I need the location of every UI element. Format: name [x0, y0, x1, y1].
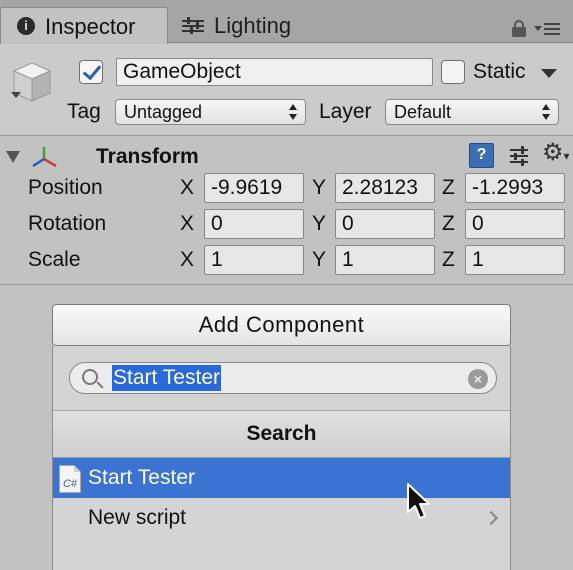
layer-value: Default — [394, 102, 452, 122]
tag-value: Untagged — [124, 102, 203, 122]
gameobject-header: GameObject Static Tag Untagged Layer Def… — [0, 44, 573, 136]
axis-x-label[interactable]: X — [180, 210, 194, 238]
active-checkbox[interactable] — [79, 60, 103, 84]
static-dropdown-icon[interactable] — [541, 69, 557, 78]
updown-arrows-icon — [542, 104, 550, 120]
search-icon — [82, 369, 98, 385]
lock-icon[interactable] — [512, 20, 526, 37]
tab-menu-icon[interactable] — [534, 20, 564, 36]
mouse-cursor-icon — [407, 483, 430, 519]
tag-label: Tag — [67, 100, 101, 123]
name-field[interactable]: GameObject — [116, 58, 433, 86]
axis-x-label[interactable]: X — [180, 174, 194, 202]
rotation-label: Rotation — [28, 212, 107, 235]
axis-y-label[interactable]: Y — [312, 246, 326, 274]
search-input[interactable]: Start Tester × — [69, 362, 497, 394]
layer-label: Layer — [319, 100, 372, 123]
result-new-script[interactable]: New script — [53, 498, 510, 538]
axis-z-label[interactable]: Z — [442, 210, 455, 238]
component-title: Transform — [96, 145, 199, 168]
gear-icon[interactable]: ⚙▾ — [542, 141, 570, 168]
tab-inspector[interactable]: i Inspector — [0, 7, 168, 44]
add-component-button[interactable]: Add Component — [52, 304, 511, 346]
axis-z-label[interactable]: Z — [442, 174, 455, 202]
search-area: Start Tester × — [53, 346, 510, 410]
axis-y-label[interactable]: Y — [312, 174, 326, 202]
axis-x-label[interactable]: X — [180, 246, 194, 274]
result-label: Start Tester — [88, 466, 195, 489]
axis-z-label[interactable]: Z — [442, 246, 455, 274]
transform-axis-icon — [32, 147, 57, 168]
cube-icon[interactable] — [10, 59, 54, 107]
csharp-script-icon: C# — [59, 465, 81, 493]
rotation-z-field[interactable]: 0 — [465, 209, 565, 239]
help-book-icon[interactable]: ? — [469, 143, 494, 168]
chevron-down-icon[interactable] — [11, 92, 21, 98]
chevron-right-icon — [483, 510, 499, 526]
info-icon: i — [17, 17, 35, 35]
tab-lighting[interactable]: Lighting — [182, 8, 291, 43]
rotation-x-field[interactable]: 0 — [204, 209, 304, 239]
axis-y-label[interactable]: Y — [312, 210, 326, 238]
static-checkbox[interactable] — [441, 60, 465, 84]
result-start-tester[interactable]: C# Start Tester — [53, 458, 510, 498]
add-component-popup: Start Tester × Search C# Start Tester Ne… — [52, 346, 511, 570]
scale-z-field[interactable]: 1 — [465, 245, 565, 275]
sliders-icon — [182, 16, 204, 35]
tab-inspector-label: Inspector — [45, 13, 136, 39]
updown-arrows-icon — [289, 104, 297, 120]
rotation-y-field[interactable]: 0 — [335, 209, 435, 239]
foldout-arrow-icon[interactable] — [6, 151, 20, 163]
tag-dropdown[interactable]: Untagged — [115, 99, 306, 125]
scale-label: Scale — [28, 248, 81, 271]
scale-y-field[interactable]: 1 — [335, 245, 435, 275]
static-label: Static — [473, 60, 526, 83]
position-x-field[interactable]: -9.9619 — [204, 173, 304, 203]
result-label: New script — [88, 506, 187, 529]
tab-lighting-label: Lighting — [214, 13, 292, 38]
scale-x-field[interactable]: 1 — [204, 245, 304, 275]
clear-search-icon[interactable]: × — [468, 369, 488, 389]
search-results-header: Search — [53, 410, 510, 458]
position-z-field[interactable]: -1.2993 — [465, 173, 565, 203]
layer-dropdown[interactable]: Default — [385, 99, 559, 125]
tab-bar: i Inspector Lighting — [0, 0, 573, 44]
transform-component: Transform ? ⚙▾ Position X -9.9619 Y 2.28… — [0, 137, 573, 285]
position-y-field[interactable]: 2.28123 — [335, 173, 435, 203]
position-label: Position — [28, 176, 103, 199]
search-input-text: Start Tester — [112, 365, 221, 391]
preset-sliders-icon[interactable] — [508, 145, 530, 167]
